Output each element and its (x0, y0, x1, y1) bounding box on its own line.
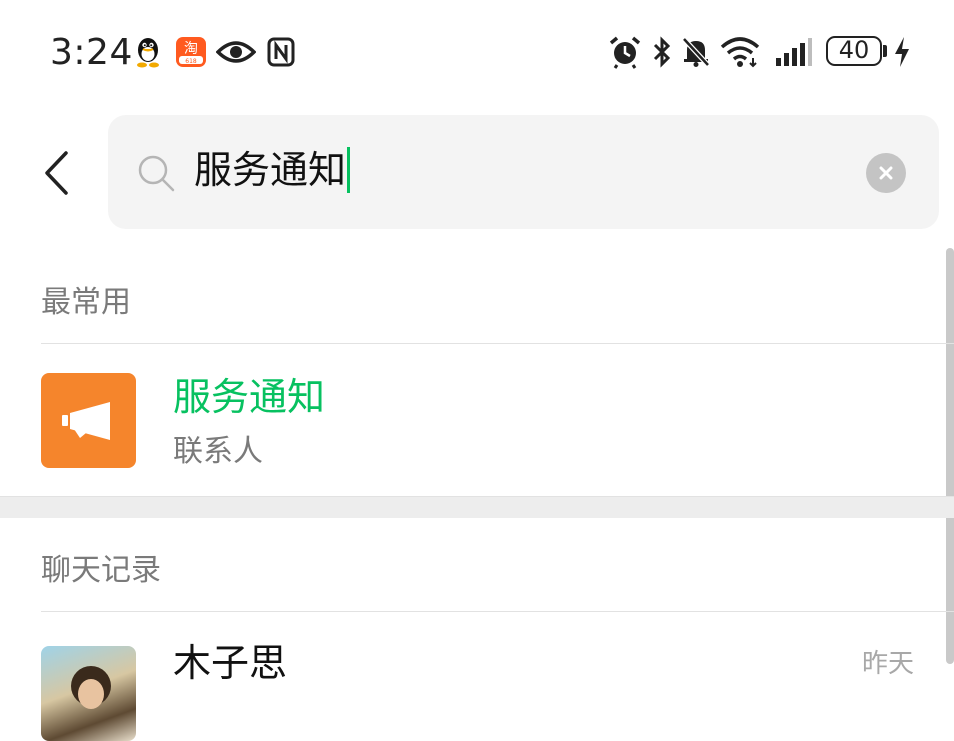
wifi-icon (720, 34, 760, 70)
chat-name: 木子思 (173, 641, 288, 685)
status-time: 3:24 (50, 32, 133, 73)
svg-text:618: 618 (185, 58, 197, 65)
search-icon (136, 153, 176, 197)
contact-title: 服务通知 (173, 375, 326, 419)
nfc-icon (266, 34, 296, 70)
signal-icon (774, 34, 814, 70)
clear-search-button[interactable] (866, 153, 906, 193)
battery-indicator: 40 (826, 36, 882, 66)
status-bar: 3:24 淘 618 40 (0, 0, 954, 104)
chat-time: 昨天 (862, 649, 915, 679)
close-icon (879, 166, 893, 180)
alarm-icon (608, 34, 642, 70)
contact-avatar (41, 373, 136, 468)
section-header-frequent: 最常用 (41, 285, 131, 320)
taobao-icon: 淘 618 (174, 34, 208, 70)
search-query: 服务通知 (194, 148, 347, 192)
back-button[interactable] (36, 148, 76, 198)
text-cursor (347, 147, 351, 193)
battery-nub (883, 45, 887, 57)
svg-text:淘: 淘 (184, 41, 198, 57)
avatar (41, 646, 136, 741)
mute-icon (680, 34, 712, 70)
search-box[interactable]: 服务通知 (108, 115, 939, 229)
section-separator (0, 497, 954, 518)
chevron-left-icon (45, 151, 68, 195)
search-header: 服务通知 (0, 104, 954, 240)
section-header-chat-history: 聊天记录 (41, 553, 161, 588)
chat-result-row[interactable]: 木子思 昨天 (0, 612, 954, 741)
charging-icon (892, 34, 912, 70)
bluetooth-icon (650, 34, 674, 70)
contact-result-row[interactable]: 服务通知 联系人 (0, 344, 954, 496)
search-input[interactable]: 服务通知 (194, 145, 351, 195)
megaphone-icon (61, 401, 110, 440)
eye-icon (216, 34, 256, 70)
qq-icon (133, 34, 163, 70)
contact-subtitle: 联系人 (173, 434, 263, 469)
